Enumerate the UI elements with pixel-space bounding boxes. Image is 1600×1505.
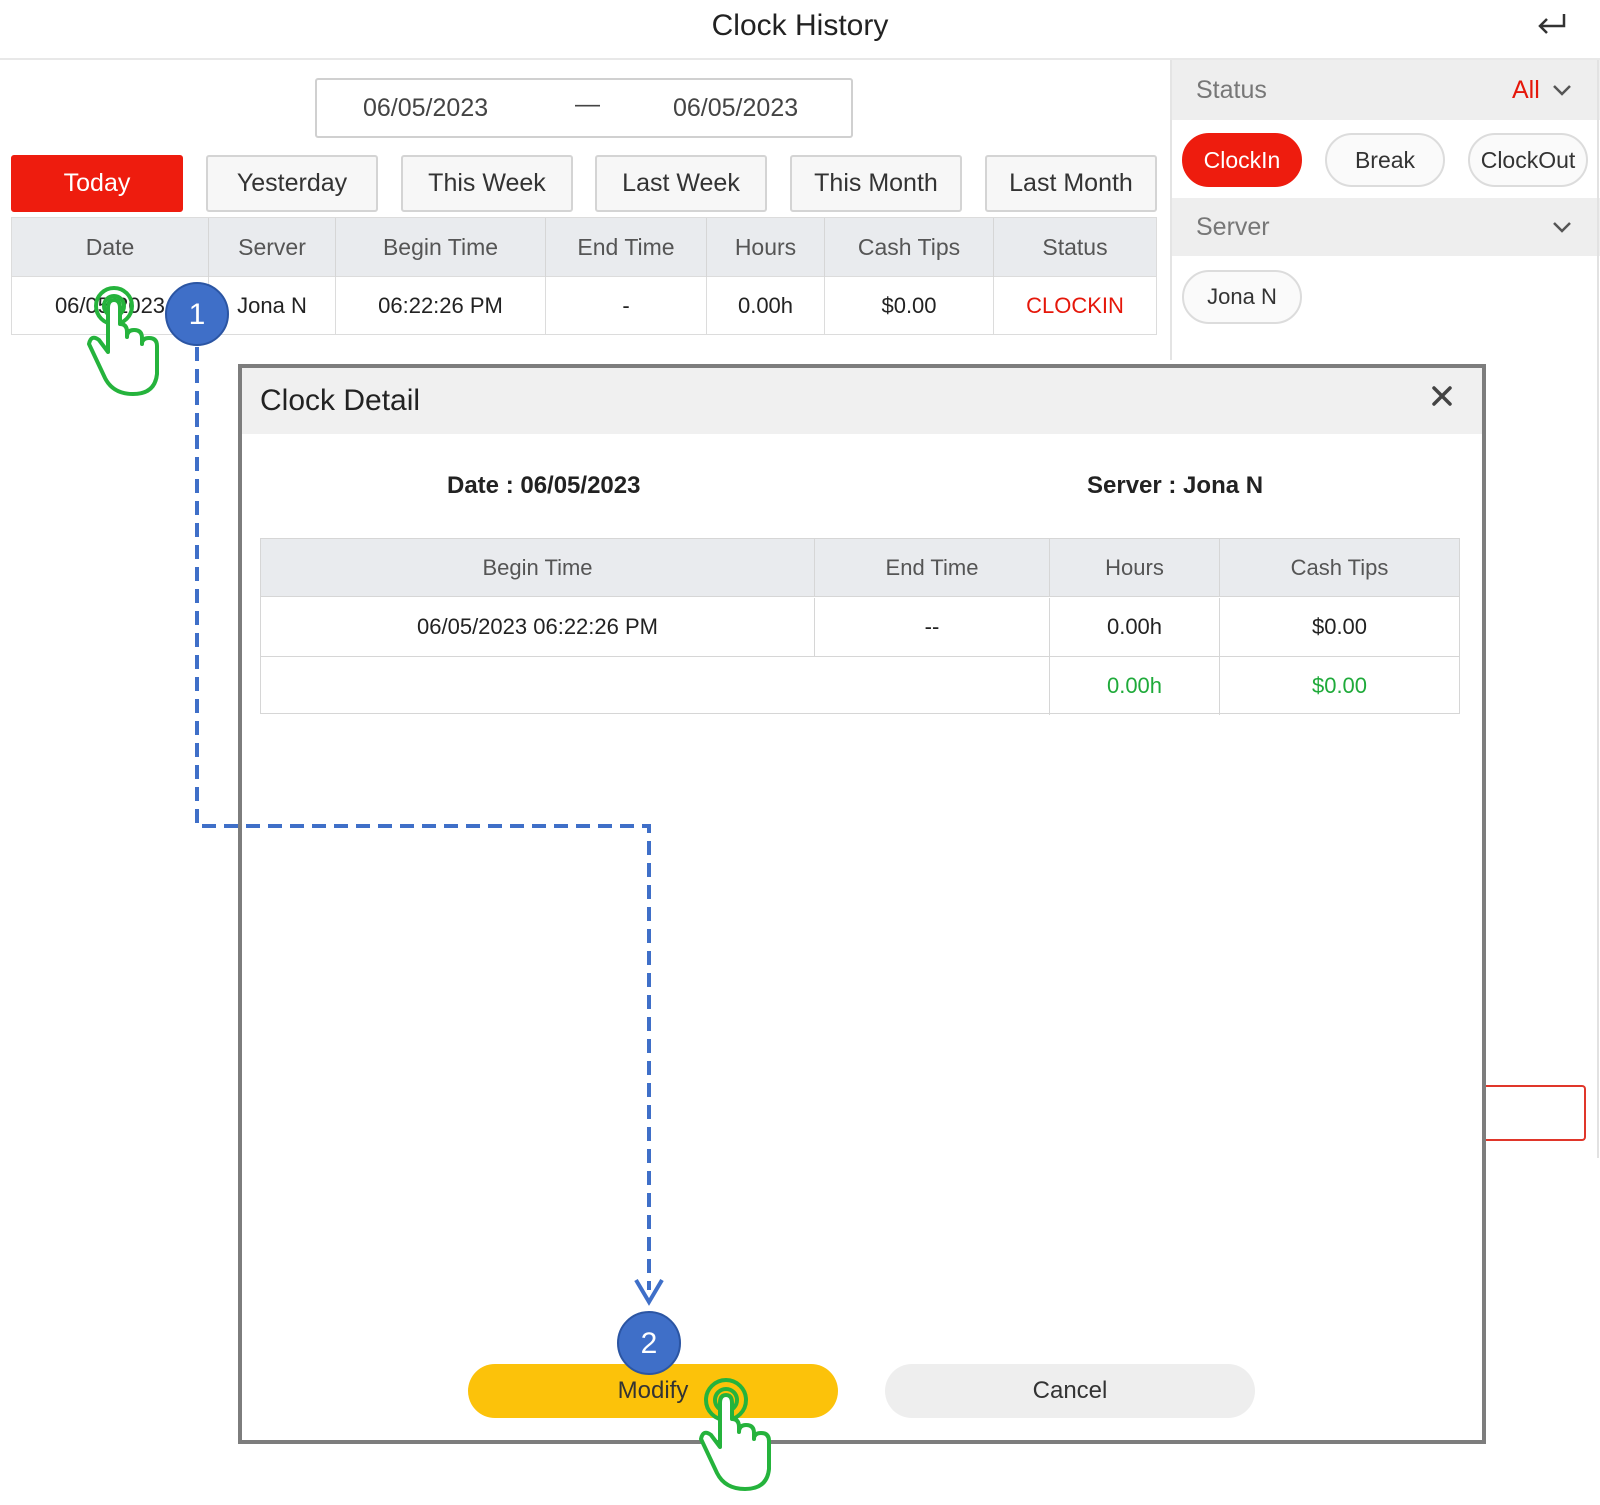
- detail-header-hours: Hours: [1050, 539, 1220, 597]
- last-month-button[interactable]: Last Month: [985, 155, 1157, 212]
- status-chip-clockout[interactable]: ClockOut: [1468, 133, 1588, 187]
- clock-detail-dialog: Clock Detail Date : 06/05/2023 Server : …: [238, 364, 1486, 1444]
- status-filter-label: Status: [1196, 76, 1267, 104]
- date-separator: —: [575, 90, 600, 118]
- detail-date: Date : 06/05/2023: [447, 472, 641, 499]
- yesterday-button[interactable]: Yesterday: [206, 155, 378, 212]
- status-filter-value[interactable]: All: [1512, 60, 1540, 120]
- detail-cell-end-time: --: [815, 598, 1050, 656]
- column-header-end-time: End Time: [546, 218, 707, 277]
- end-date[interactable]: 06/05/2023: [673, 94, 798, 123]
- detail-table: Begin Time End Time Hours Cash Tips 06/0…: [260, 538, 1460, 715]
- this-week-button[interactable]: This Week: [401, 155, 573, 212]
- step-marker-1: 1: [165, 282, 229, 346]
- date-range-picker[interactable]: 06/05/2023 — 06/05/2023: [315, 78, 853, 138]
- detail-total-spacer: [261, 657, 1050, 715]
- detail-cell-hours: 0.00h: [1050, 598, 1220, 656]
- status-filter-header[interactable]: Status All: [1172, 60, 1600, 120]
- today-button[interactable]: Today: [11, 155, 183, 212]
- detail-header-begin-time: Begin Time: [261, 539, 815, 597]
- column-header-server: Server: [209, 218, 336, 277]
- column-header-hours: Hours: [707, 218, 825, 277]
- detail-header-end-time: End Time: [815, 539, 1050, 597]
- server-filter-label: Server: [1196, 213, 1270, 241]
- this-month-button[interactable]: This Month: [790, 155, 962, 212]
- dialog-header: Clock Detail: [242, 368, 1482, 434]
- detail-header-cash-tips: Cash Tips: [1290, 555, 1389, 580]
- column-header-date: Date: [12, 218, 209, 277]
- step-marker-2: 2: [617, 1311, 681, 1375]
- return-arrow-icon[interactable]: [1532, 6, 1572, 46]
- detail-cell-begin-time: 06/05/2023 06:22:26 PM: [261, 598, 815, 656]
- column-header-cash-tips: Cash Tips: [825, 218, 994, 277]
- table-header: Date Server Begin Time End Time Hours Ca…: [12, 218, 1156, 277]
- dialog-title: Clock Detail: [260, 384, 421, 417]
- server-chip-jona-n[interactable]: Jona N: [1182, 270, 1302, 324]
- column-header-status: Status: [1042, 234, 1108, 260]
- status-chip-break[interactable]: Break: [1325, 133, 1445, 187]
- detail-cell-cash-tips: $0.00: [1311, 614, 1368, 639]
- partially-hidden-button[interactable]: [1470, 1085, 1586, 1141]
- server-filter-header[interactable]: Server: [1172, 198, 1600, 256]
- status-chip-clockin[interactable]: ClockIn: [1182, 133, 1302, 187]
- chevron-down-icon[interactable]: [1550, 215, 1574, 239]
- panel-edge: [1597, 60, 1599, 1158]
- cancel-button[interactable]: Cancel: [885, 1364, 1255, 1418]
- cell-begin-time[interactable]: 06:22:26 PM: [336, 277, 546, 335]
- detail-table-header: Begin Time End Time Hours Cash Tips: [261, 539, 1459, 597]
- cell-cash-tips[interactable]: $0.00: [825, 277, 994, 335]
- detail-total-cash-tips: $0.00: [1311, 673, 1368, 698]
- column-header-begin-time: Begin Time: [336, 218, 546, 277]
- start-date[interactable]: 06/05/2023: [363, 94, 488, 123]
- chevron-down-icon[interactable]: [1550, 78, 1574, 102]
- detail-total-hours: 0.00h: [1050, 657, 1220, 715]
- last-week-button[interactable]: Last Week: [595, 155, 767, 212]
- page-title: Clock History: [711, 9, 889, 42]
- cell-status[interactable]: CLOCKIN: [994, 277, 1156, 335]
- close-icon[interactable]: [1428, 382, 1456, 410]
- cell-hours[interactable]: 0.00h: [707, 277, 825, 335]
- detail-server: Server : Jona N: [1087, 472, 1264, 499]
- cell-end-time[interactable]: -: [546, 277, 707, 335]
